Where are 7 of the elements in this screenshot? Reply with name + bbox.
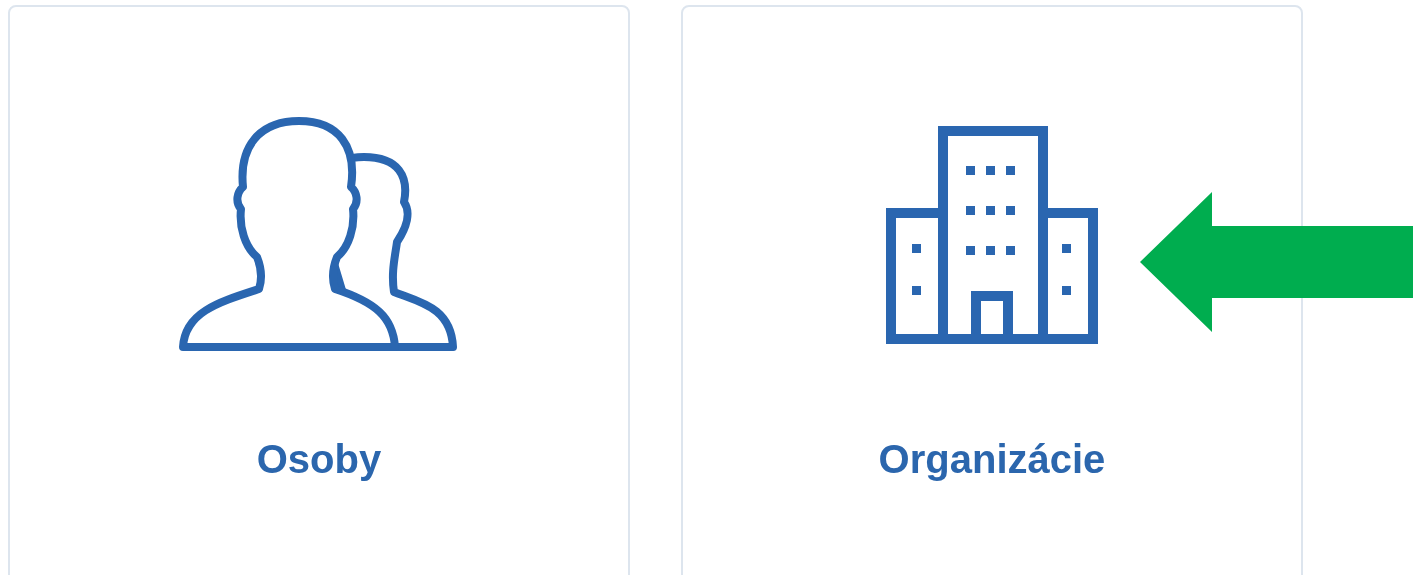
arrow-icon bbox=[1140, 192, 1413, 332]
category-card[interactable]: Osoby bbox=[8, 5, 630, 575]
people-icon bbox=[179, 117, 459, 353]
card-label: Organizácie bbox=[878, 437, 1106, 482]
card-label: Osoby bbox=[256, 437, 382, 482]
building-icon bbox=[886, 126, 1098, 344]
category-card[interactable]: Organizácie bbox=[681, 5, 1303, 575]
